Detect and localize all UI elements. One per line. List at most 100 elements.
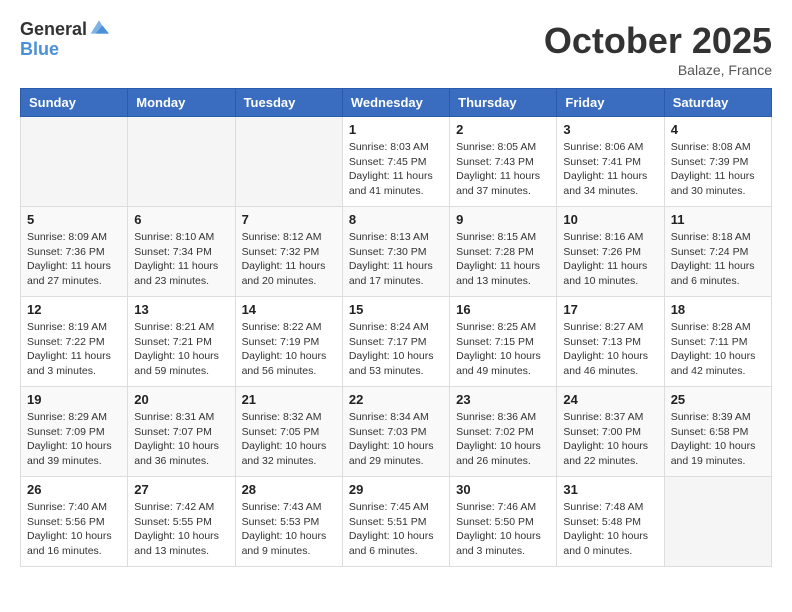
day-info: Sunrise: 8:39 AMSunset: 6:58 PMDaylight:… [671, 410, 765, 469]
day-number: 22 [349, 392, 443, 407]
calendar-cell: 31 Sunrise: 7:48 AMSunset: 5:48 PMDayligh… [557, 477, 664, 567]
weekday-header: Saturday [664, 89, 771, 117]
day-info: Sunrise: 8:21 AMSunset: 7:21 PMDaylight:… [134, 320, 228, 379]
calendar-cell: 15 Sunrise: 8:24 AMSunset: 7:17 PMDayligh… [342, 297, 449, 387]
calendar-table: SundayMondayTuesdayWednesdayThursdayFrid… [20, 88, 772, 567]
day-info: Sunrise: 8:19 AMSunset: 7:22 PMDaylight:… [27, 320, 121, 379]
logo-general: General [20, 20, 87, 40]
weekday-header: Monday [128, 89, 235, 117]
calendar-cell: 19Sunrise: 8:29 AMSunset: 7:09 PMDayligh… [21, 387, 128, 477]
day-info: Sunrise: 7:46 AMSunset: 5:50 PMDaylight:… [456, 500, 550, 559]
day-number: 2 [456, 122, 550, 137]
day-info: Sunrise: 8:15 AMSunset: 7:28 PMDaylight:… [456, 230, 550, 289]
calendar-cell: 30Sunrise: 7:46 AMSunset: 5:50 PMDayligh… [450, 477, 557, 567]
calendar-cell: 3 Sunrise: 8:06 AMSunset: 7:41 PMDaylight… [557, 117, 664, 207]
day-number: 17 [563, 302, 657, 317]
calendar-cell: 6 Sunrise: 8:10 AMSunset: 7:34 PMDaylight… [128, 207, 235, 297]
day-info: Sunrise: 8:37 AMSunset: 7:00 PMDaylight:… [563, 410, 657, 469]
day-info: Sunrise: 8:06 AMSunset: 7:41 PMDaylight:… [563, 140, 657, 199]
calendar-cell: 16Sunrise: 8:25 AMSunset: 7:15 PMDayligh… [450, 297, 557, 387]
calendar-cell: 24 Sunrise: 8:37 AMSunset: 7:00 PMDayligh… [557, 387, 664, 477]
day-number: 16 [456, 302, 550, 317]
day-number: 7 [242, 212, 336, 227]
logo-icon [89, 17, 109, 37]
calendar-cell: 28 Sunrise: 7:43 AMSunset: 5:53 PMDayligh… [235, 477, 342, 567]
location-subtitle: Balaze, France [544, 62, 772, 78]
calendar-cell: 21 Sunrise: 8:32 AMSunset: 7:05 PMDayligh… [235, 387, 342, 477]
page-header: General Blue October 2025 Balaze, France [20, 20, 772, 78]
day-number: 18 [671, 302, 765, 317]
day-number: 13 [134, 302, 228, 317]
day-info: Sunrise: 8:10 AMSunset: 7:34 PMDaylight:… [134, 230, 228, 289]
calendar-cell [128, 117, 235, 207]
day-info: Sunrise: 8:22 AMSunset: 7:19 PMDaylight:… [242, 320, 336, 379]
calendar-cell: 10 Sunrise: 8:16 AMSunset: 7:26 PMDayligh… [557, 207, 664, 297]
day-info: Sunrise: 8:16 AMSunset: 7:26 PMDaylight:… [563, 230, 657, 289]
day-number: 3 [563, 122, 657, 137]
calendar-cell: 11Sunrise: 8:18 AMSunset: 7:24 PMDayligh… [664, 207, 771, 297]
day-number: 20 [134, 392, 228, 407]
day-number: 23 [456, 392, 550, 407]
day-number: 12 [27, 302, 121, 317]
day-info: Sunrise: 8:32 AMSunset: 7:05 PMDaylight:… [242, 410, 336, 469]
calendar-cell [235, 117, 342, 207]
day-info: Sunrise: 8:13 AMSunset: 7:30 PMDaylight:… [349, 230, 443, 289]
day-number: 25 [671, 392, 765, 407]
logo: General Blue [20, 20, 109, 60]
weekday-header: Tuesday [235, 89, 342, 117]
calendar-week-row: 19Sunrise: 8:29 AMSunset: 7:09 PMDayligh… [21, 387, 772, 477]
day-info: Sunrise: 8:18 AMSunset: 7:24 PMDaylight:… [671, 230, 765, 289]
day-info: Sunrise: 7:45 AMSunset: 5:51 PMDaylight:… [349, 500, 443, 559]
calendar-cell [664, 477, 771, 567]
calendar-cell: 14Sunrise: 8:22 AMSunset: 7:19 PMDayligh… [235, 297, 342, 387]
day-number: 15 [349, 302, 443, 317]
calendar-cell: 9Sunrise: 8:15 AMSunset: 7:28 PMDaylight… [450, 207, 557, 297]
day-number: 31 [563, 482, 657, 497]
calendar-week-row: 12 Sunrise: 8:19 AMSunset: 7:22 PMDayligh… [21, 297, 772, 387]
day-info: Sunrise: 8:24 AMSunset: 7:17 PMDaylight:… [349, 320, 443, 379]
day-info: Sunrise: 8:08 AMSunset: 7:39 PMDaylight:… [671, 140, 765, 199]
day-info: Sunrise: 7:43 AMSunset: 5:53 PMDaylight:… [242, 500, 336, 559]
day-info: Sunrise: 7:48 AMSunset: 5:48 PMDaylight:… [563, 500, 657, 559]
day-info: Sunrise: 8:12 AMSunset: 7:32 PMDaylight:… [242, 230, 336, 289]
calendar-cell: 17Sunrise: 8:27 AMSunset: 7:13 PMDayligh… [557, 297, 664, 387]
day-number: 26 [27, 482, 121, 497]
calendar-cell: 22 Sunrise: 8:34 AMSunset: 7:03 PMDayligh… [342, 387, 449, 477]
day-number: 1 [349, 122, 443, 137]
day-number: 21 [242, 392, 336, 407]
calendar-cell [21, 117, 128, 207]
day-number: 6 [134, 212, 228, 227]
calendar-cell: 27Sunrise: 7:42 AMSunset: 5:55 PMDayligh… [128, 477, 235, 567]
day-info: Sunrise: 8:36 AMSunset: 7:02 PMDaylight:… [456, 410, 550, 469]
day-number: 27 [134, 482, 228, 497]
weekday-header: Thursday [450, 89, 557, 117]
calendar-body: 1 Sunrise: 8:03 AMSunset: 7:45 PMDaylight… [21, 117, 772, 567]
calendar-week-row: 5 Sunrise: 8:09 AMSunset: 7:36 PMDaylight… [21, 207, 772, 297]
calendar-week-row: 1 Sunrise: 8:03 AMSunset: 7:45 PMDaylight… [21, 117, 772, 207]
calendar-cell: 26Sunrise: 7:40 AMSunset: 5:56 PMDayligh… [21, 477, 128, 567]
calendar-cell: 29 Sunrise: 7:45 AMSunset: 5:51 PMDayligh… [342, 477, 449, 567]
calendar-cell: 25 Sunrise: 8:39 AMSunset: 6:58 PMDayligh… [664, 387, 771, 477]
day-number: 5 [27, 212, 121, 227]
weekday-header: Wednesday [342, 89, 449, 117]
day-number: 28 [242, 482, 336, 497]
day-info: Sunrise: 8:31 AMSunset: 7:07 PMDaylight:… [134, 410, 228, 469]
day-info: Sunrise: 8:03 AMSunset: 7:45 PMDaylight:… [349, 140, 443, 199]
day-number: 29 [349, 482, 443, 497]
day-number: 24 [563, 392, 657, 407]
day-info: Sunrise: 8:29 AMSunset: 7:09 PMDaylight:… [27, 410, 121, 469]
day-number: 8 [349, 212, 443, 227]
calendar-cell: 18Sunrise: 8:28 AMSunset: 7:11 PMDayligh… [664, 297, 771, 387]
calendar-cell: 1 Sunrise: 8:03 AMSunset: 7:45 PMDaylight… [342, 117, 449, 207]
calendar-cell: 20 Sunrise: 8:31 AMSunset: 7:07 PMDayligh… [128, 387, 235, 477]
calendar-week-row: 26Sunrise: 7:40 AMSunset: 5:56 PMDayligh… [21, 477, 772, 567]
day-info: Sunrise: 8:09 AMSunset: 7:36 PMDaylight:… [27, 230, 121, 289]
calendar-cell: 7 Sunrise: 8:12 AMSunset: 7:32 PMDaylight… [235, 207, 342, 297]
calendar-cell: 2Sunrise: 8:05 AMSunset: 7:43 PMDaylight… [450, 117, 557, 207]
day-info: Sunrise: 8:34 AMSunset: 7:03 PMDaylight:… [349, 410, 443, 469]
day-number: 10 [563, 212, 657, 227]
calendar-header-row: SundayMondayTuesdayWednesdayThursdayFrid… [21, 89, 772, 117]
weekday-header: Friday [557, 89, 664, 117]
calendar-cell: 23 Sunrise: 8:36 AMSunset: 7:02 PMDayligh… [450, 387, 557, 477]
calendar-cell: 13 Sunrise: 8:21 AMSunset: 7:21 PMDayligh… [128, 297, 235, 387]
